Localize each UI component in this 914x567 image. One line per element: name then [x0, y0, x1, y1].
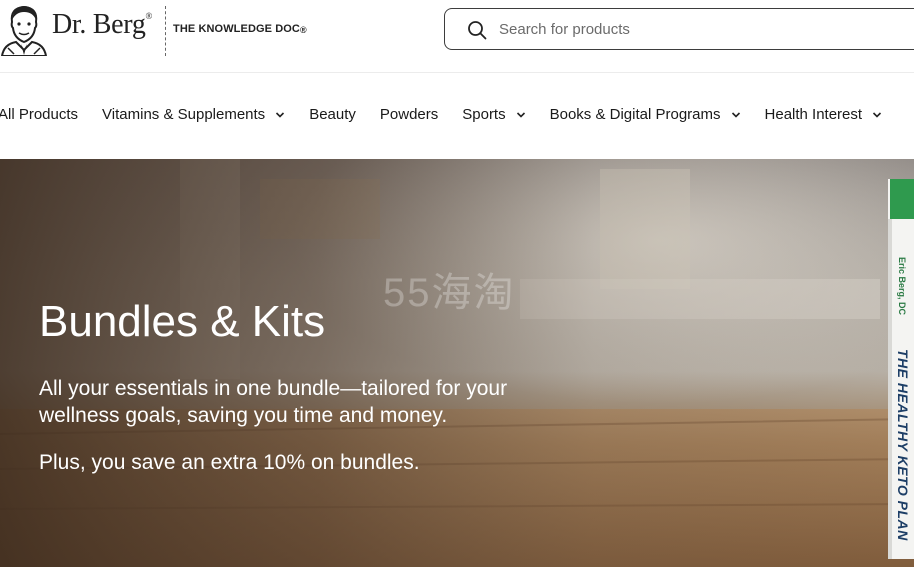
- doctor-portrait-icon: [0, 5, 48, 56]
- nav-item-label: Powders: [379, 106, 439, 123]
- search-icon[interactable]: [467, 20, 487, 40]
- nav-item-vitamins-supplements[interactable]: Vitamins & Supplements: [102, 106, 285, 123]
- search-input[interactable]: [499, 9, 899, 49]
- nav-item-label: Beauty: [309, 106, 356, 123]
- chevron-down-icon: [276, 111, 285, 118]
- nav-item-sports[interactable]: Sports: [462, 106, 525, 123]
- nav-item-label: Sports: [462, 106, 506, 123]
- book-author: Eric Berg, DC: [897, 257, 907, 316]
- nav-item-beauty[interactable]: Beauty: [309, 106, 356, 123]
- brand-tagline: THE KNOWLEDGE DOC®: [173, 23, 307, 35]
- chevron-down-icon: [516, 111, 525, 118]
- brand-logo[interactable]: Dr. Berg® THE KNOWLEDGE DOC®: [0, 0, 320, 60]
- brand-name: Dr. Berg®: [52, 9, 153, 40]
- main-navigation: All Products Vitamins & Supplements Beau…: [0, 73, 914, 159]
- nav-item-books-digital-programs[interactable]: Books & Digital Programs: [550, 106, 741, 123]
- nav-item-label: All Products: [0, 106, 79, 123]
- search-box[interactable]: [444, 8, 914, 50]
- chevron-down-icon: [873, 111, 882, 118]
- hero-background-image: [0, 159, 914, 567]
- nav-item-label: Health Interest: [764, 106, 863, 123]
- nav-item-health-interest[interactable]: Health Interest: [765, 106, 883, 123]
- nav-list: All Products Vitamins & Supplements Beau…: [0, 106, 906, 123]
- site-header: Dr. Berg® THE KNOWLEDGE DOC®: [0, 0, 914, 73]
- hero-banner: 55海淘 Bundles & Kits All your essentials …: [0, 159, 914, 567]
- chevron-down-icon: [731, 111, 740, 118]
- nav-item-powders[interactable]: Powders: [380, 106, 438, 123]
- book-title: THE HEALTHY KETO PLAN: [895, 349, 911, 541]
- hero-title: Bundles & Kits: [39, 297, 326, 346]
- hero-discount-note: Plus, you save an extra 10% on bundles.: [39, 451, 420, 474]
- hero-description: All your essentials in one bundle—tailor…: [39, 377, 508, 427]
- nav-item-label: Vitamins & Supplements: [102, 106, 266, 123]
- nav-item-all-products[interactable]: All Products: [0, 106, 78, 123]
- nav-item-label: Books & Digital Programs: [549, 106, 721, 123]
- logo-divider: [165, 6, 166, 56]
- watermark: 55海淘: [383, 271, 516, 315]
